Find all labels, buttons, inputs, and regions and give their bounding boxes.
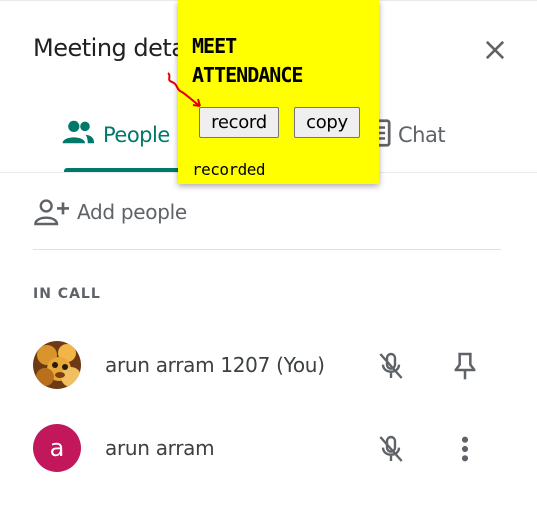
- tab-chat[interactable]: Chat: [370, 118, 446, 170]
- people-icon: [62, 120, 95, 144]
- tab-people[interactable]: People: [61, 118, 170, 170]
- participant-row: arun arram 1207 (You): [33, 338, 501, 394]
- close-icon[interactable]: [481, 36, 509, 64]
- participant-name: arun arram 1207 (You): [105, 353, 325, 377]
- extension-title: MEET ATTENDANCE: [192, 34, 303, 87]
- arrow-icon: [167, 72, 201, 107]
- more-vert-icon[interactable]: [451, 433, 479, 465]
- mic-off-icon: [379, 435, 403, 462]
- participant-name: arun arram: [105, 436, 215, 460]
- avatar-photo: [33, 341, 81, 389]
- copy-button[interactable]: copy: [294, 107, 360, 138]
- avatar: a: [33, 424, 81, 472]
- add-person-icon: [34, 199, 69, 226]
- pin-icon[interactable]: [451, 350, 479, 382]
- avatar: [33, 341, 81, 389]
- mic-off-icon: [379, 352, 403, 379]
- participant-row: a arun arram: [33, 421, 501, 477]
- in-call-heading: IN CALL: [33, 286, 101, 302]
- record-button[interactable]: record: [199, 107, 279, 138]
- meet-attendance-popup: MEET ATTENDANCE record copy recorded: [178, 0, 379, 184]
- section-divider: [33, 249, 501, 250]
- add-people-button[interactable]: Add people: [33, 197, 187, 227]
- tab-people-label: People: [103, 123, 170, 147]
- add-people-label: Add people: [77, 200, 187, 224]
- status-text: recorded: [192, 160, 266, 179]
- tab-chat-label: Chat: [398, 123, 446, 147]
